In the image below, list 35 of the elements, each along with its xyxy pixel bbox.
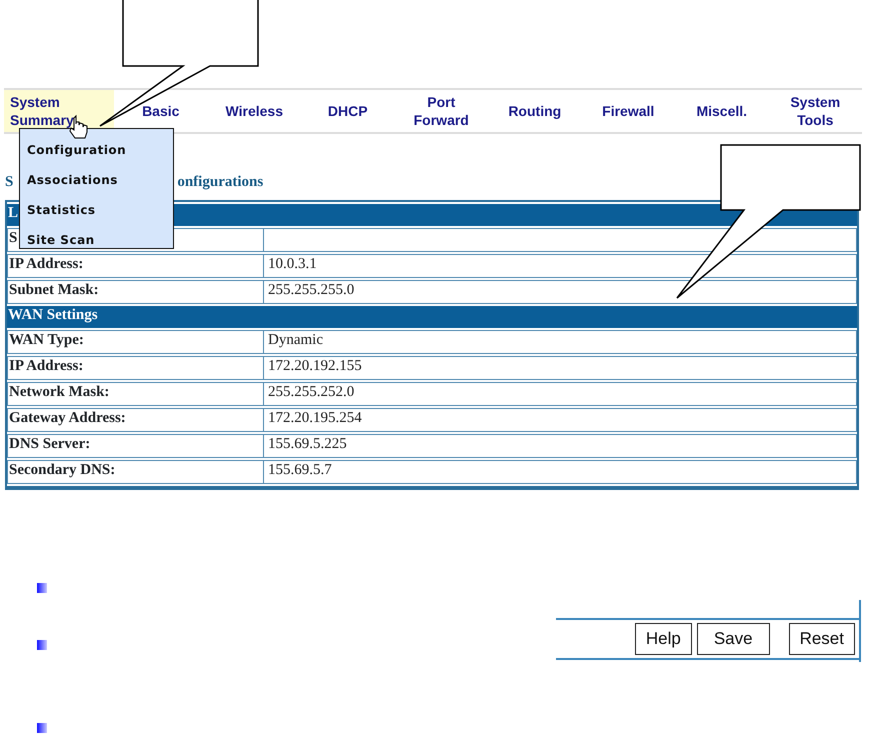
row-label: IP Address:	[8, 255, 264, 277]
action-button[interactable]: Save	[696, 623, 770, 655]
bullet-icon	[37, 640, 47, 650]
bullet-icon	[37, 723, 47, 733]
row-value: 255.255.255.0	[267, 281, 356, 300]
nav-tab[interactable]: Port Forward	[394, 90, 488, 132]
nav-tab[interactable]: Miscell.	[675, 100, 768, 122]
row-value: 172.20.195.254	[267, 409, 363, 428]
row-value: 155.69.5.225	[267, 435, 348, 454]
row-label: Secondary DNS:	[8, 461, 264, 483]
row-label: WAN Type:	[8, 331, 264, 353]
menu-item[interactable]: Associations	[20, 165, 125, 195]
nav-tab[interactable]: Routing	[488, 100, 582, 122]
row-value: 155.69.5.7	[267, 461, 333, 480]
row-label: DNS Server:	[8, 435, 264, 457]
nav-tab[interactable]: DHCP	[301, 100, 394, 122]
row-label: Network Mask:	[8, 383, 264, 405]
action-button[interactable]: Reset	[788, 623, 855, 655]
row-value: Dynamic	[267, 331, 324, 350]
section-header: WAN Settings	[7, 306, 857, 328]
heading-text: onfigurations	[177, 174, 264, 192]
nav-tab[interactable]: Wireless	[208, 100, 301, 122]
nav-tab[interactable]: Basic	[114, 100, 208, 122]
action-button[interactable]: Help	[634, 623, 692, 655]
row-value: 10.0.3.1	[267, 255, 318, 274]
row-label: Subnet Mask:	[8, 281, 264, 303]
nav-tab[interactable]: System Tools	[768, 90, 862, 132]
heading-text: S	[5, 174, 14, 192]
row-label: IP Address:	[8, 357, 264, 379]
menu-item[interactable]: Configuration	[20, 135, 134, 165]
row-value: 172.20.192.155	[267, 357, 363, 376]
row-label: Gateway Address:	[8, 409, 264, 431]
bullet-icon	[37, 583, 47, 593]
row-value: 255.255.252.0	[267, 383, 356, 402]
nav-tab[interactable]: Firewall	[582, 100, 675, 122]
